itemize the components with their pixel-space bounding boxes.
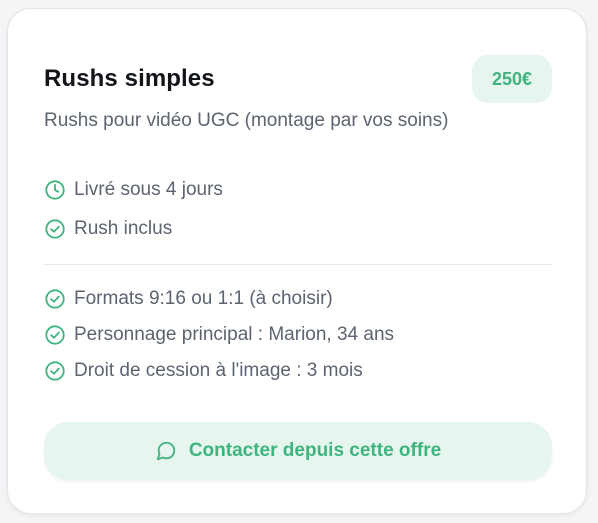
- feature-image-rights: Droit de cession à l'image : 3 mois: [44, 353, 394, 389]
- feature-label: Personnage principal : Marion, 34 ans: [74, 324, 395, 345]
- feature-formats: Formats 9:16 ou 1:1 (à choisir): [44, 281, 394, 317]
- check-circle-icon: [44, 324, 66, 346]
- feature-label: Livré sous 4 jours: [74, 179, 223, 200]
- offer-card: Rushs simples 250€ Rushs pour vidéo UGC …: [7, 8, 587, 514]
- feature-label: Rush inclus: [74, 218, 173, 239]
- price-badge: 250€: [471, 55, 552, 103]
- feature-label: Formats 9:16 ou 1:1 (à choisir): [74, 288, 333, 309]
- divider: [44, 264, 552, 265]
- clock-icon: [44, 179, 66, 201]
- feature-label: Droit de cession à l'image : 3 mois: [74, 360, 363, 381]
- check-circle-icon: [44, 218, 66, 240]
- message-circle-icon: [155, 440, 177, 462]
- secondary-feature-list: Formats 9:16 ou 1:1 (à choisir) Personna…: [44, 281, 394, 389]
- check-circle-icon: [44, 288, 66, 310]
- offer-title: Rushs simples: [44, 65, 215, 92]
- offer-subtitle: Rushs pour vidéo UGC (montage par vos so…: [44, 110, 449, 131]
- feature-character: Personnage principal : Marion, 34 ans: [44, 317, 394, 353]
- primary-feature-list: Livré sous 4 jours Rush inclus: [44, 172, 223, 250]
- contact-offer-label: Contacter depuis cette offre: [188, 440, 442, 461]
- feature-delivery: Livré sous 4 jours: [44, 172, 223, 208]
- feature-rush-included: Rush inclus: [44, 211, 223, 247]
- contact-offer-button[interactable]: Contacter depuis cette offre: [44, 422, 552, 480]
- card-header: Rushs simples 250€: [44, 55, 552, 103]
- check-circle-icon: [44, 360, 66, 382]
